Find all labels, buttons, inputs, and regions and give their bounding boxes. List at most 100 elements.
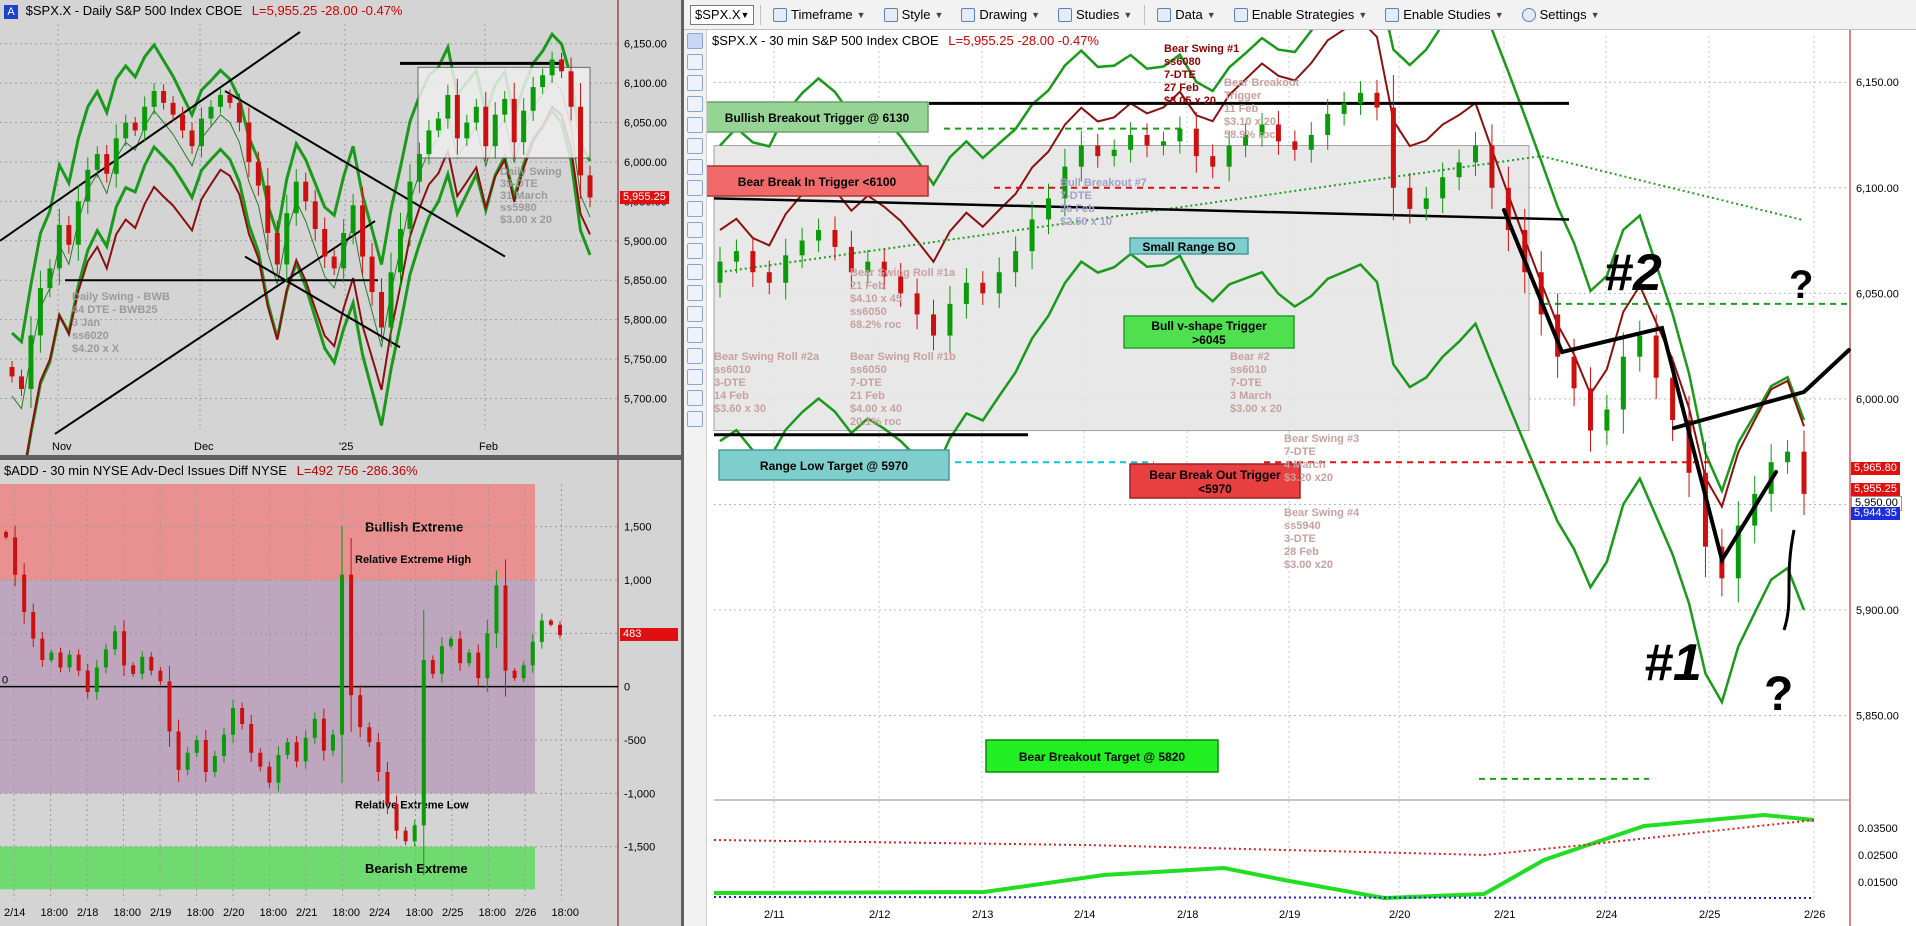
spx30-x-tick-label: 2/26 <box>1804 909 1825 921</box>
drawing-menu[interactable]: Drawing ▼ <box>955 3 1046 27</box>
spx30-candle <box>1587 388 1593 431</box>
add-candle <box>285 742 290 755</box>
add-bar-chart[interactable]: Bullish Extreme Bearish Extreme Relative E… <box>0 460 681 926</box>
spx-30min-chart-pane[interactable]: 5,850.005,900.005,950.006,000.006,050.00… <box>684 0 1916 926</box>
spx30-annotation-bull-breakout-7: Bull Breakout #7 <box>1060 177 1147 189</box>
add-y-tick-label: 0 <box>624 682 630 694</box>
daily-candle <box>331 256 337 269</box>
add-candle <box>149 656 154 671</box>
add-x-tick-label: 18:00 <box>260 907 288 919</box>
daily-candle <box>416 154 422 182</box>
spx30-candle <box>1473 145 1479 163</box>
fibonacci-tool-icon[interactable] <box>687 159 703 175</box>
vertical-line-tool-icon[interactable] <box>687 96 703 112</box>
style-menu[interactable]: Style ▼ <box>878 3 950 27</box>
add-candle <box>312 718 317 738</box>
spx30-candle <box>750 251 756 273</box>
measure-tool-icon[interactable] <box>687 327 703 343</box>
add-x-tick-label: 2/14 <box>4 907 25 919</box>
daily-annotation-bwb: 44 DTE - BWB25 <box>72 304 158 316</box>
timeframe-menu[interactable]: Timeframe ▼ <box>767 3 872 27</box>
channel-tool-icon[interactable] <box>687 180 703 196</box>
data-menu[interactable]: Data ▼ <box>1151 3 1221 27</box>
polygon-tool-icon[interactable] <box>687 285 703 301</box>
spx-30min-candlestick-chart[interactable]: 5,850.005,900.005,950.006,000.006,050.00… <box>684 0 1916 926</box>
spx30-annotation-bear-swing-roll-2a: Bear Swing Roll #2a <box>714 351 820 363</box>
daily-y-tick-label: 5,800.00 <box>624 315 667 327</box>
triangle-tool-icon[interactable] <box>687 138 703 154</box>
daily-y-tick-label: 6,150.00 <box>624 39 667 51</box>
daily-candle <box>521 110 527 143</box>
daily-annotation-swing: ss5980 <box>500 202 537 214</box>
spx-30min-title: $SPX.X - 30 min S&P 500 Index CBOE L=5,9… <box>712 33 1099 48</box>
add-candle <box>539 620 544 642</box>
add-candle <box>494 585 499 634</box>
add-candle <box>430 660 435 674</box>
ellipse-tool-icon[interactable] <box>687 243 703 259</box>
enable-strategies-toggle[interactable]: Enable Strategies ▼ <box>1228 3 1374 27</box>
trendline-tool-icon[interactable] <box>687 117 703 133</box>
add-candle <box>203 740 208 772</box>
spx30-annotation-bear-swing-3: 7-DTE <box>1284 446 1316 458</box>
add-candle <box>439 646 444 674</box>
spx30-candle <box>1440 177 1446 199</box>
bear-breakout-trigger-box-text: <5970 <box>1198 482 1232 496</box>
pointer-tool-icon[interactable] <box>687 33 703 49</box>
spx30-annotation-bear-breakout-faded: 58.9% roc <box>1224 129 1275 141</box>
add-x-tick-label: 2/20 <box>223 907 244 919</box>
spx30-candle <box>1128 135 1134 150</box>
symbol-selector[interactable]: $SPX.X ▼ <box>690 4 754 25</box>
daily-candle <box>445 94 451 119</box>
studies-menu[interactable]: Studies ▼ <box>1052 3 1138 27</box>
eraser-tool-icon[interactable] <box>687 369 703 385</box>
daily-annotation-swing: 35-DTE <box>500 178 538 190</box>
add-x-tick-label: 18:00 <box>333 907 361 919</box>
label-tool-icon[interactable] <box>687 390 703 406</box>
add-candle <box>167 681 172 732</box>
horizontal-line-tool-icon[interactable] <box>687 75 703 91</box>
spx30-x-tick-label: 2/19 <box>1279 909 1300 921</box>
bearish-extreme-label: Bearish Extreme <box>365 861 468 876</box>
spx30-y-tick-label: 5,900.00 <box>1856 605 1899 617</box>
daily-chart-pane[interactable]: A $SPX.X - Daily S&P 500 Index CBOE L=5,… <box>0 0 681 455</box>
daily-candle <box>18 376 24 390</box>
spx30-x-tick-label: 2/12 <box>869 909 890 921</box>
daily-candle <box>397 228 403 273</box>
osc-blue-dotted <box>713 896 1815 899</box>
arrow-tool-icon[interactable] <box>687 306 703 322</box>
alert-badge[interactable]: A <box>4 4 18 19</box>
link-tool-icon[interactable] <box>687 411 703 427</box>
add-candle <box>49 652 54 660</box>
grid-tool-icon[interactable] <box>687 201 703 217</box>
bear-break-in-trigger-box-text: Bear Break In Trigger <6100 <box>738 175 897 189</box>
daily-trendline-up <box>0 31 301 242</box>
zoom-tool-icon[interactable] <box>687 348 703 364</box>
add-chart-pane[interactable]: $ADD - 30 min NYSE Adv-Decl Issues Diff … <box>0 460 681 926</box>
chevron-down-icon: ▼ <box>1590 9 1600 20</box>
add-candle <box>294 742 299 762</box>
rectangle-tool-icon[interactable] <box>687 264 703 280</box>
add-y-tick-label: 1,000 <box>624 575 652 587</box>
spx30-y-tick-label: 5,850.00 <box>1856 711 1899 723</box>
add-x-tick-label: 2/19 <box>150 907 171 919</box>
price-tag-4: 5,944.35 <box>1851 507 1900 520</box>
spx30-annotation-bear-swing-4: 3-DTE <box>1284 533 1316 545</box>
add-x-tick-label: 2/21 <box>296 907 317 919</box>
add-candle <box>76 654 81 671</box>
spx30-candle <box>1177 128 1183 142</box>
enable-studies-toggle[interactable]: Enable Studies ▼ <box>1379 3 1509 27</box>
spx30-candle <box>1308 135 1314 150</box>
spx30-candle <box>733 251 739 262</box>
daily-candle <box>217 94 223 107</box>
crosshair-tool-icon[interactable] <box>687 54 703 70</box>
daily-candle <box>559 59 565 72</box>
settings-menu[interactable]: Settings ▼ <box>1516 3 1606 27</box>
daily-chart-title: A $SPX.X - Daily S&P 500 Index CBOE L=5,… <box>0 0 402 22</box>
add-candle <box>158 670 163 682</box>
daily-candlestick-chart[interactable]: 5,700.00 5,750.00 5,800.00 5,850.00 5,900.00… <box>0 0 681 455</box>
add-candle <box>231 708 236 735</box>
spx30-candle <box>1637 335 1643 357</box>
add-candle <box>103 649 108 668</box>
text-tool-icon[interactable] <box>687 222 703 238</box>
daily-annotation-bwb: 3 Jan <box>72 317 100 329</box>
